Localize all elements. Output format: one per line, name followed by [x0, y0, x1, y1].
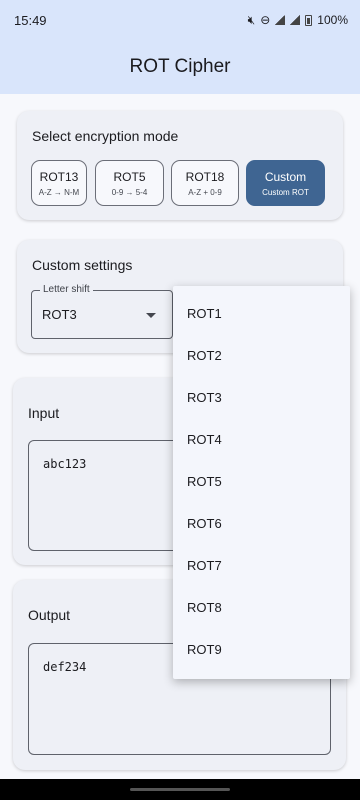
letter-shift-dropdown[interactable]: Letter shift ROT3: [31, 284, 173, 339]
input-title: Input: [28, 405, 60, 421]
app-bar: ROT Cipher: [0, 40, 360, 94]
custom-settings-title: Custom settings: [32, 257, 133, 273]
menu-item-rot4[interactable]: ROT4: [173, 418, 350, 460]
status-time: 15:49: [14, 12, 47, 28]
status-icons: 🔇︎ ⊖ 100%: [248, 13, 348, 28]
status-bar: 15:49 🔇︎ ⊖ 100%: [0, 0, 360, 40]
menu-item-rot7[interactable]: ROT7: [173, 544, 350, 586]
mode-sub: A-Z + 0-9: [188, 187, 222, 197]
letter-shift-label: Letter shift: [40, 284, 93, 295]
dnd-icon: ⊖: [260, 13, 271, 27]
mode-sub: 0-9 → 5-4: [111, 187, 148, 197]
mode-label: ROT13: [39, 169, 79, 184]
menu-item-rot8[interactable]: ROT8: [173, 586, 350, 628]
menu-item-rot5[interactable]: ROT5: [173, 460, 350, 502]
battery-percent: 100%: [317, 13, 348, 27]
menu-item-rot3[interactable]: ROT3: [173, 376, 350, 418]
mode-button-rot13[interactable]: ROT13 A-Z → N-M: [31, 160, 87, 206]
mode-button-custom[interactable]: Custom Custom ROT: [246, 160, 325, 206]
menu-item-rot1[interactable]: ROT1: [173, 292, 350, 334]
navigation-bar: [0, 779, 360, 800]
letter-shift-value: ROT3: [42, 307, 77, 322]
menu-item-rot6[interactable]: ROT6: [173, 502, 350, 544]
mode-label: ROT18: [185, 169, 225, 184]
output-title: Output: [28, 607, 71, 623]
battery-icon: [305, 14, 313, 26]
mode-button-rot18[interactable]: ROT18 A-Z + 0-9: [171, 160, 239, 206]
menu-item-rot9[interactable]: ROT9: [173, 628, 350, 670]
menu-item-rot2[interactable]: ROT2: [173, 334, 350, 376]
dropdown-arrow-icon: [146, 313, 156, 318]
mode-label: ROT5: [113, 169, 146, 184]
mute-icon: 🔇︎: [247, 12, 256, 27]
mode-card: Select encryption mode ROT13 A-Z → N-M R…: [17, 111, 343, 220]
letter-shift-menu: ROT1 ROT2 ROT3 ROT4 ROT5 ROT6 ROT7 ROT8 …: [173, 286, 350, 679]
mode-card-title: Select encryption mode: [32, 128, 179, 144]
mode-button-rot5[interactable]: ROT5 0-9 → 5-4: [95, 160, 164, 206]
gesture-handle[interactable]: [130, 788, 230, 791]
mode-sub: Custom ROT: [262, 187, 309, 197]
mode-sub: A-Z → N-M: [38, 187, 80, 197]
mode-label: Custom: [264, 169, 307, 184]
app-title: ROT Cipher: [129, 56, 231, 77]
signal-r-icon: [275, 15, 286, 25]
signal-icon: [290, 15, 301, 25]
